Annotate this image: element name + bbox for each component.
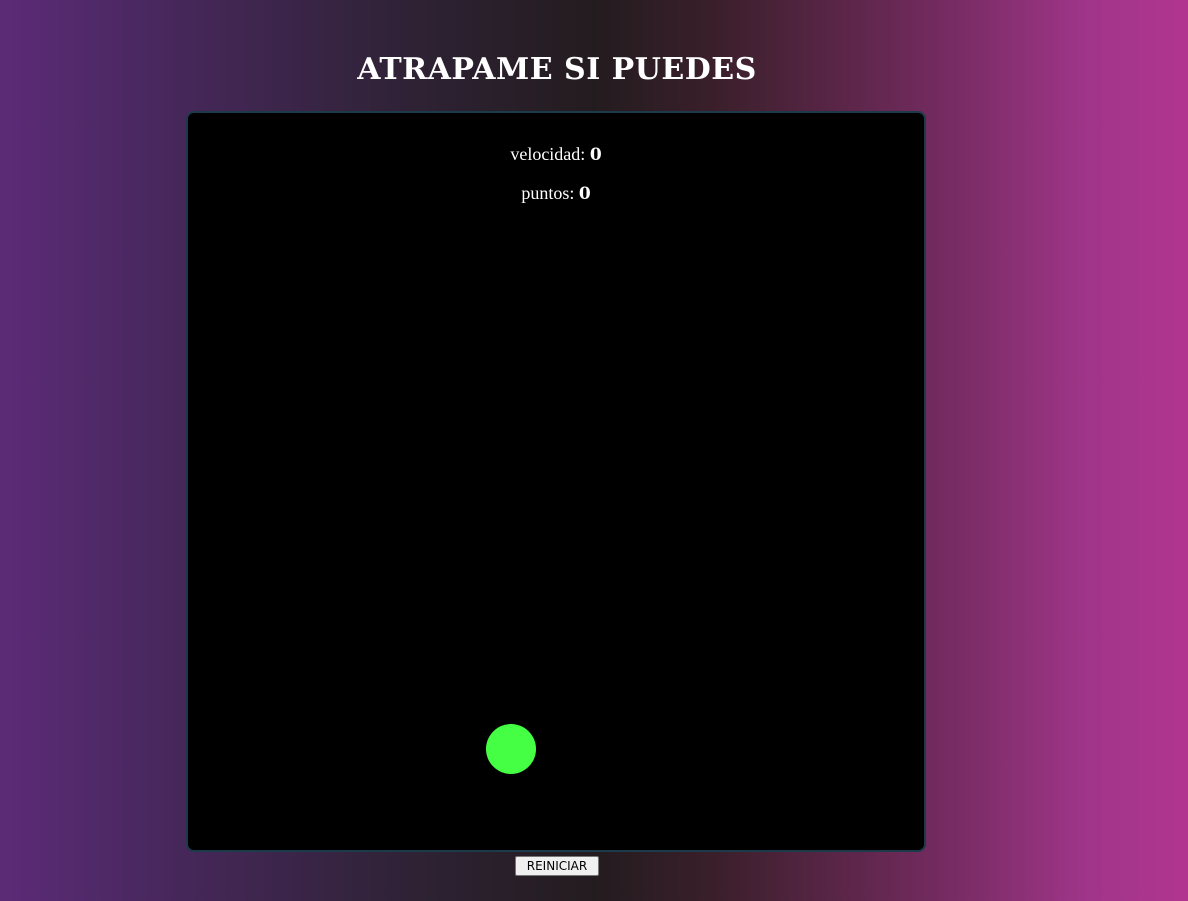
points-value: 0 xyxy=(578,184,591,204)
restart-button[interactable]: REINICIAR xyxy=(515,856,599,876)
points-display: puntos: 0 xyxy=(188,183,924,204)
speed-display: velocidad: 0 xyxy=(188,144,924,165)
speed-value: 0 xyxy=(589,145,602,165)
points-label: puntos: xyxy=(521,183,575,203)
target-ball[interactable] xyxy=(486,724,536,774)
game-board[interactable]: velocidad: 0 puntos: 0 xyxy=(186,111,926,852)
page-title: ATRAPAME SI PUEDES xyxy=(357,52,757,87)
speed-label: velocidad: xyxy=(510,144,586,164)
